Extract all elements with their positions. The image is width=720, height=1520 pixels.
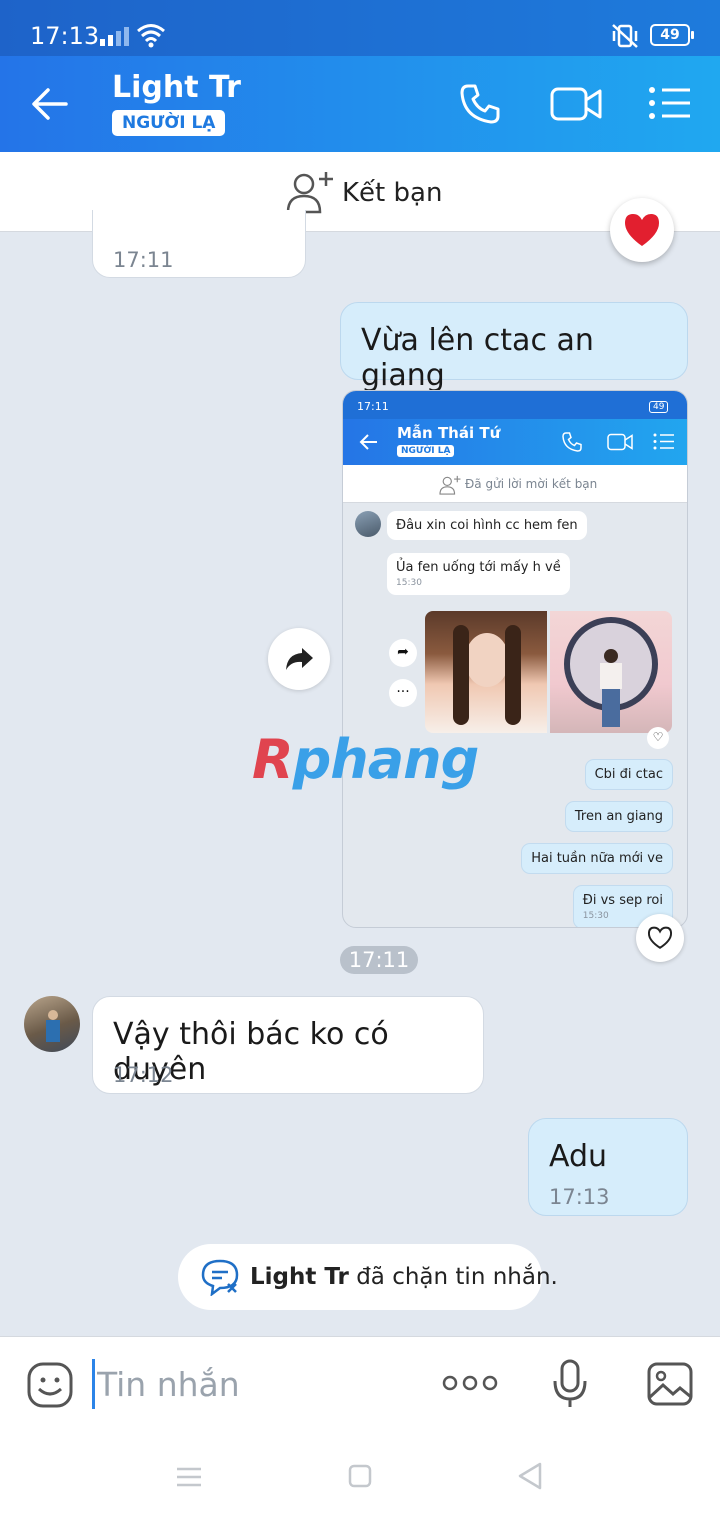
message-bubble-outgoing[interactable]: Adu 17:13 — [528, 1118, 688, 1216]
contact-name[interactable]: Light Tr — [112, 70, 241, 105]
forward-icon — [286, 648, 313, 670]
menu-icon[interactable] — [648, 86, 692, 120]
status-bar: 17:13 49 — [0, 0, 720, 56]
message-input-bar — [0, 1336, 720, 1436]
heart-outline-icon — [647, 926, 673, 949]
more-options-icon[interactable] — [442, 1373, 498, 1393]
embedded-message: Đâu xin coi hình cc hem fen — [387, 511, 587, 540]
embedded-message: Hai tuần nữa mới ve — [521, 843, 673, 874]
chat-header: Light Tr NGƯỜI LẠ — [0, 56, 720, 152]
status-time: 17:13 — [30, 22, 100, 50]
system-nav-bar — [0, 1436, 720, 1520]
embedded-status-bar: 17:11 49 — [343, 391, 687, 419]
image-gallery-icon[interactable] — [646, 1361, 694, 1407]
message-input[interactable] — [92, 1359, 412, 1409]
embedded-share-icon: ➦ — [389, 639, 417, 667]
embedded-message: Tren an giang — [564, 801, 673, 832]
embedded-photo-1 — [425, 611, 547, 733]
reaction-heart-button[interactable] — [636, 914, 684, 962]
embedded-heart-icon: ♡ — [647, 727, 669, 749]
back-nav-icon[interactable] — [516, 1462, 544, 1490]
battery-indicator: 49 — [650, 24, 694, 46]
message-text: Vừa lên ctac an giang — [361, 323, 594, 393]
embedded-photo-2 — [550, 611, 672, 733]
embedded-more-icon: ··· — [389, 679, 417, 707]
wifi-icon — [137, 24, 165, 48]
embedded-friend-status: Đã gửi lời mời kết bạn — [465, 477, 598, 491]
add-friend-label: Kết bạn — [342, 178, 443, 208]
embedded-avatar — [355, 511, 381, 537]
embedded-menu-icon — [653, 433, 674, 450]
message-time: 17:13 — [549, 1185, 610, 1209]
blocked-contact-name: Light Tr — [250, 1264, 349, 1290]
recents-nav-icon[interactable] — [176, 1466, 202, 1488]
add-friend-icon — [286, 172, 333, 214]
message-text: Adu — [549, 1139, 608, 1174]
blocked-text: Light Tr đã chặn tin nhắn. — [250, 1264, 558, 1290]
contact-avatar[interactable] — [24, 996, 80, 1052]
heart-icon — [625, 214, 659, 246]
stranger-badge: NGƯỜI LẠ — [112, 110, 226, 136]
embedded-back-icon — [359, 434, 377, 450]
embedded-header: Mẫn Thái Tứ NGƯỜI LẠ — [343, 419, 687, 465]
embedded-message: Ủa fen uống tới mấy h về 15:30 — [387, 553, 570, 595]
blocked-notice: Light Tr đã chặn tin nhắn. — [178, 1244, 558, 1310]
embedded-stranger-badge: NGƯỜI LẠ — [397, 445, 455, 457]
embedded-contact-name: Mẫn Thái Tứ — [397, 424, 501, 442]
home-nav-icon[interactable] — [348, 1464, 372, 1488]
message-time: 17:12 — [113, 1063, 174, 1087]
signal-icon — [100, 27, 129, 46]
embedded-friend-bar: Đã gửi lời mời kết bạn — [343, 465, 687, 503]
back-arrow-icon[interactable] — [30, 84, 70, 124]
blocked-message-icon — [201, 1259, 239, 1296]
embedded-add-friend-icon — [439, 475, 461, 495]
message-time: 17:11 — [113, 248, 174, 272]
embedded-message: Cbi đi ctac — [584, 759, 673, 790]
message-bubble-outgoing[interactable]: Vừa lên ctac an giang — [340, 302, 688, 393]
blocked-message: đã chặn tin nhắn. — [348, 1264, 558, 1290]
embedded-video-icon — [607, 433, 633, 451]
emoji-icon[interactable] — [26, 1361, 74, 1409]
message-bubble-incoming[interactable]: Vậy thôi bác ko có duyên 17:12 — [92, 996, 484, 1094]
embedded-battery: 49 — [649, 401, 669, 413]
shared-screenshot-image[interactable]: 17:11 49 Mẫn Thái Tứ NGƯỜI LẠ Đã gửi lời… — [342, 390, 688, 928]
watermark-logo: Rphang — [252, 728, 479, 791]
microphone-icon[interactable] — [552, 1359, 588, 1409]
share-button[interactable] — [268, 628, 330, 690]
message-bubble-incoming[interactable]: 17:11 — [92, 210, 306, 278]
vibrate-mute-icon — [612, 24, 638, 48]
reaction-button[interactable] — [610, 198, 674, 262]
embedded-phone-icon — [562, 432, 582, 452]
video-call-icon[interactable] — [550, 86, 602, 122]
embedded-status-time: 17:11 — [357, 400, 389, 413]
time-separator: 17:11 — [340, 946, 418, 974]
phone-icon[interactable] — [458, 82, 502, 126]
